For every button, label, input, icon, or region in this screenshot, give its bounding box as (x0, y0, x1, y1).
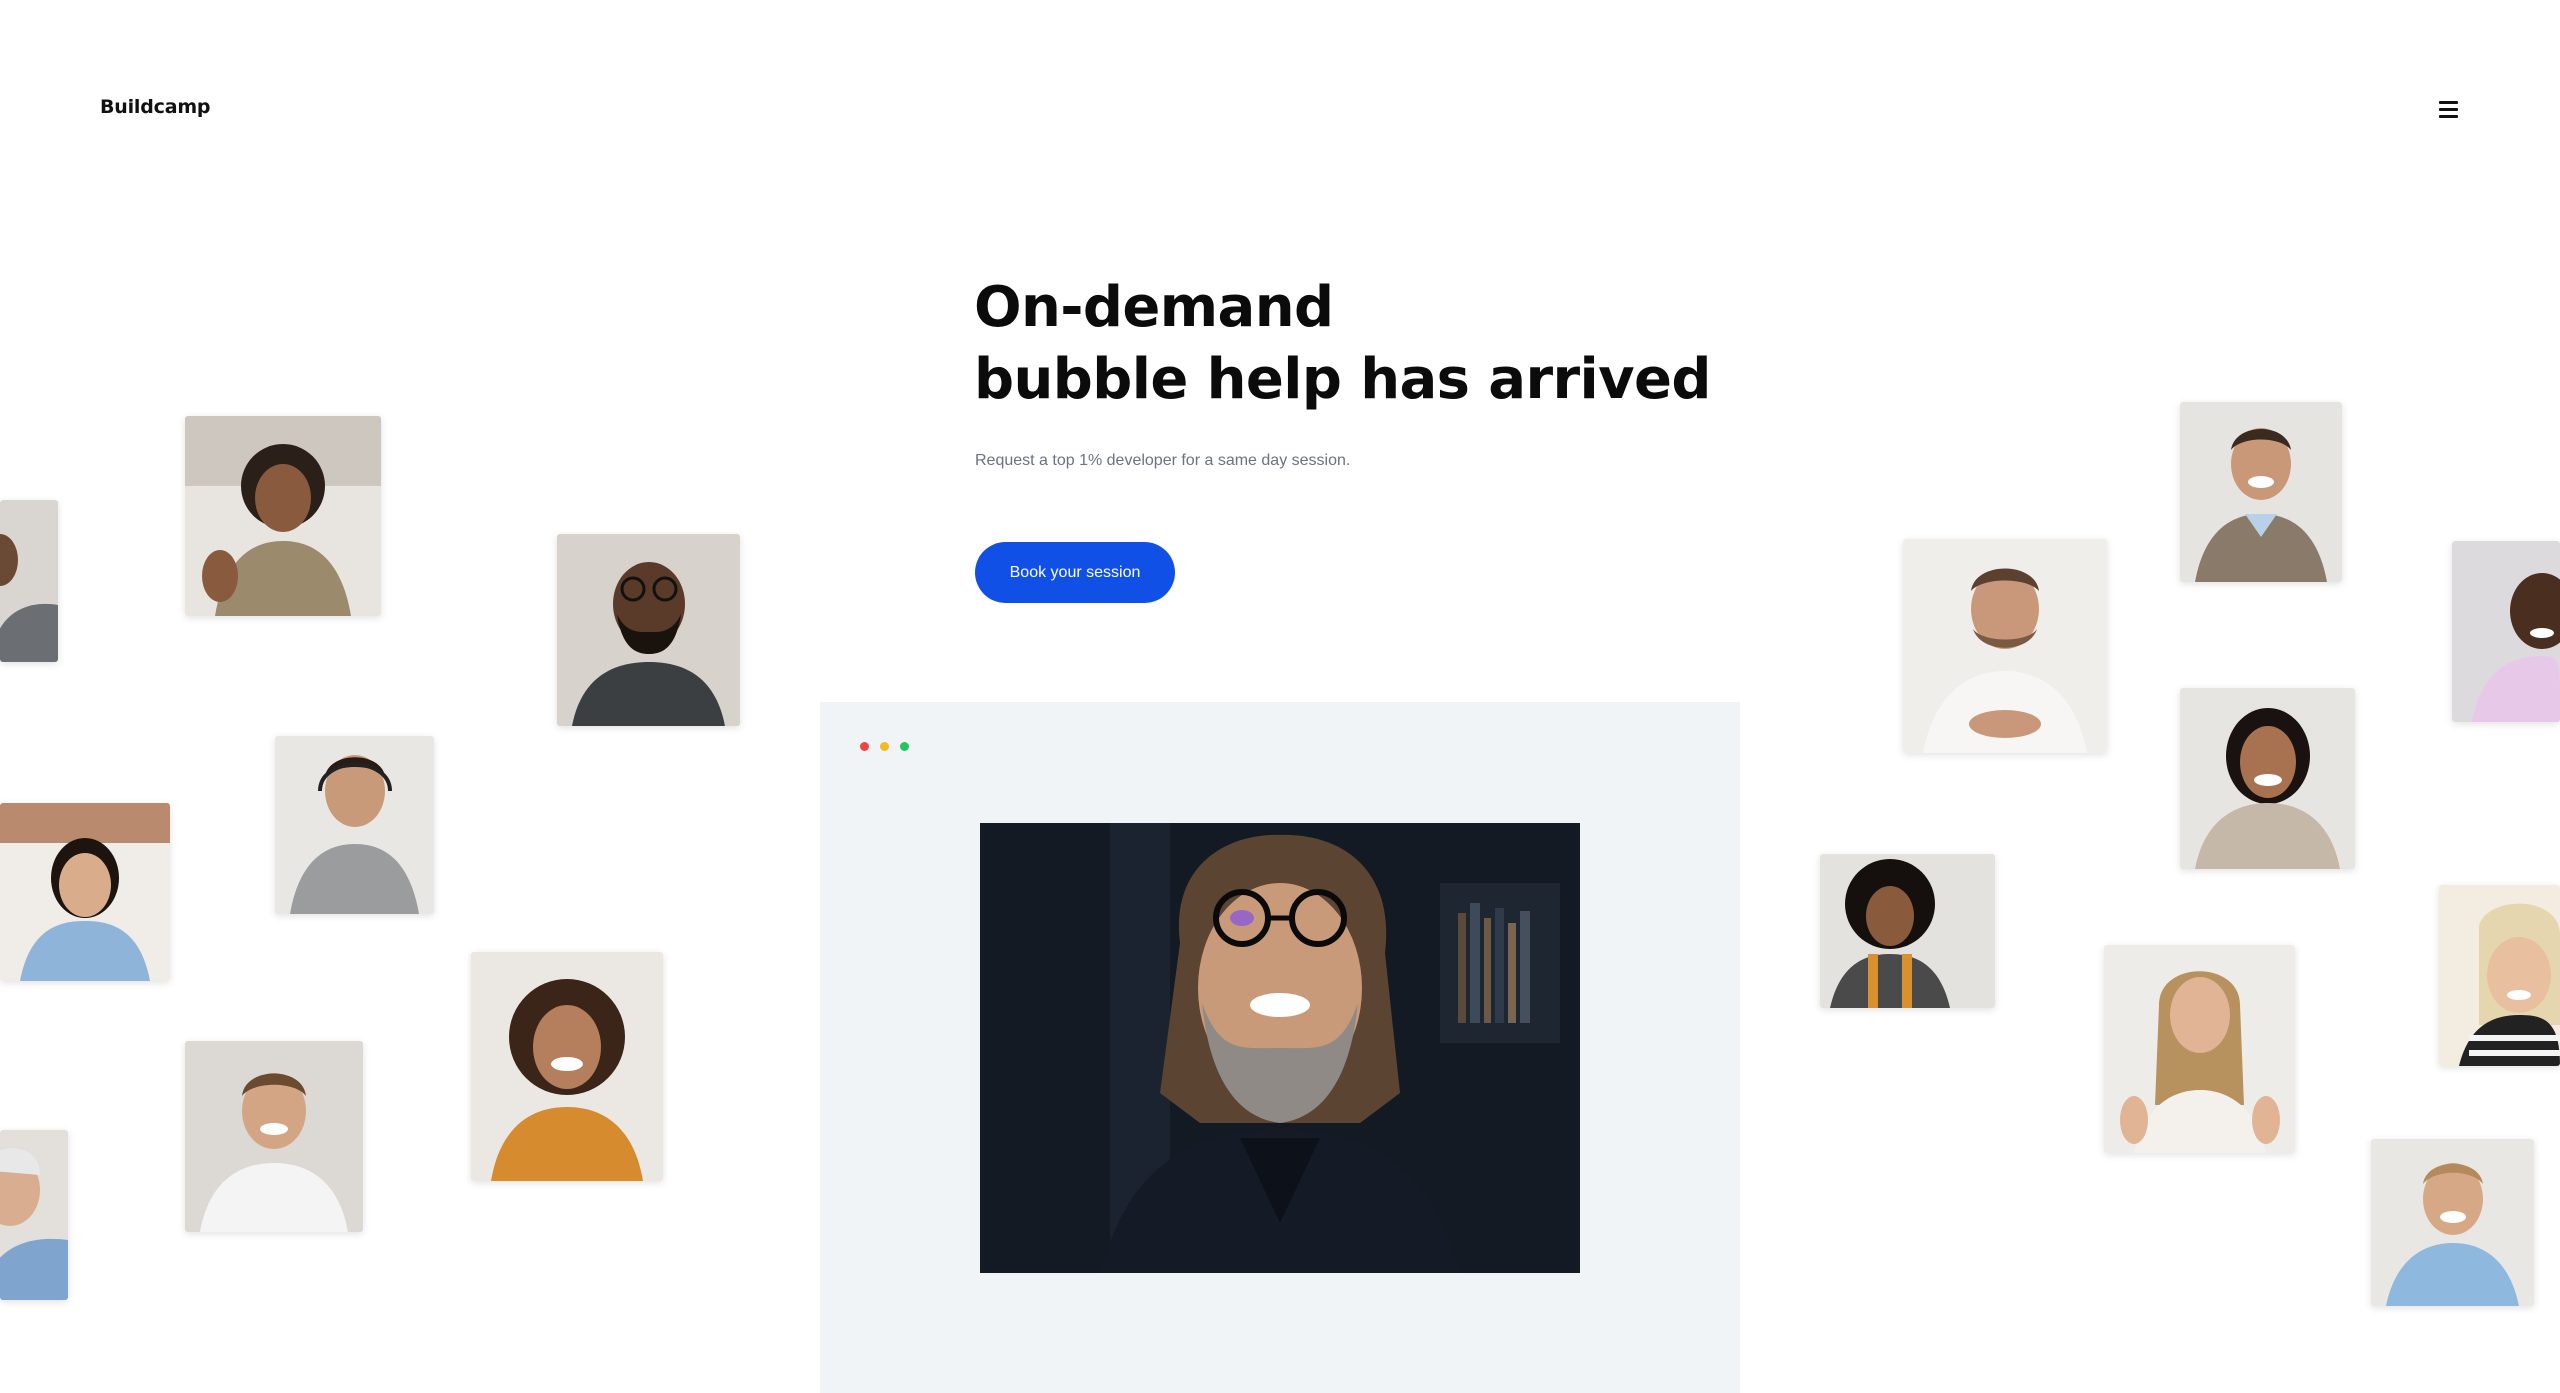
browser-window-mockup (820, 702, 1740, 1393)
avatar-thumbnail (0, 803, 170, 981)
hero-headline: On-demand bubble help has arrived (974, 272, 1712, 416)
hero-headline-line-1: On-demand (974, 275, 1334, 340)
brand-logo[interactable]: Buildcamp (100, 96, 211, 118)
avatar-thumbnail (275, 736, 434, 914)
menu-bar (2438, 107, 2458, 111)
hamburger-menu-icon[interactable] (2430, 94, 2466, 124)
avatar-thumbnail (2180, 402, 2342, 582)
avatar-thumbnail (2371, 1139, 2534, 1306)
avatar-thumbnail (0, 500, 58, 662)
avatar-thumbnail (2104, 945, 2295, 1153)
landing-page: Buildcamp On-demand bubble help has arri… (0, 0, 2560, 1393)
avatar-thumbnail (557, 534, 740, 726)
avatar-thumbnail (1903, 539, 2107, 753)
avatar-thumbnail (2452, 541, 2560, 722)
avatar-thumbnail (2439, 885, 2560, 1066)
avatar-thumbnail (471, 952, 663, 1181)
avatar-thumbnail (185, 416, 381, 616)
hero-subtitle: Request a top 1% developer for a same da… (975, 452, 1351, 469)
avatar-thumbnail (185, 1041, 363, 1232)
featured-developer-portrait (980, 823, 1580, 1273)
hero-headline-line-2: bubble help has arrived (974, 347, 1712, 412)
avatar-thumbnail (0, 1130, 68, 1300)
close-dot (860, 742, 869, 751)
minimize-dot (880, 742, 889, 751)
avatar-thumbnail (2180, 688, 2355, 869)
window-control-dots (860, 742, 909, 751)
avatar-thumbnail (1820, 854, 1995, 1008)
menu-bar (2438, 100, 2458, 104)
menu-bar (2438, 114, 2458, 118)
book-session-button[interactable]: Book your session (975, 542, 1175, 603)
featured-developer-video (980, 823, 1580, 1273)
maximize-dot (900, 742, 909, 751)
